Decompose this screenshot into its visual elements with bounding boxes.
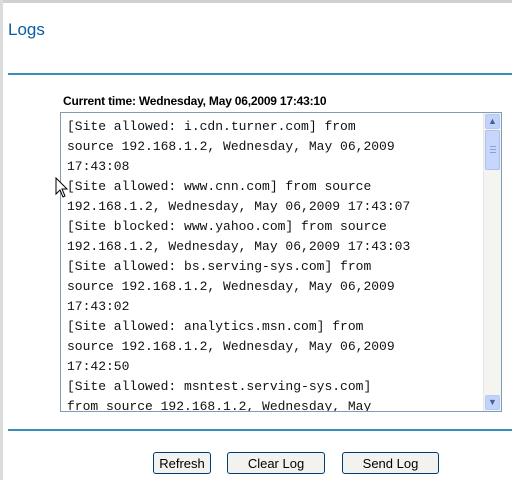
log-line: source 192.168.1.2, Wednesday, May 06,20… bbox=[67, 279, 395, 294]
mouse-pointer-icon bbox=[55, 177, 69, 198]
title-divider bbox=[8, 73, 512, 75]
log-line: source 192.168.1.2, Wednesday, May 06,20… bbox=[67, 339, 395, 354]
grip-line bbox=[490, 146, 496, 147]
log-line: 192.168.1.2, Wednesday, May 06,2009 17:4… bbox=[67, 199, 411, 214]
current-time-label: Current time: Wednesday, May 06,2009 17:… bbox=[63, 94, 327, 108]
grip-line bbox=[490, 149, 496, 150]
log-line: 17:43:08 bbox=[67, 159, 130, 174]
page-title: Logs bbox=[8, 20, 45, 39]
footer-divider bbox=[8, 429, 512, 431]
log-line: [Site allowed: analytics.msn.com] from bbox=[67, 319, 364, 334]
left-border bbox=[0, 0, 3, 480]
log-scrollbar[interactable]: ▲ ▼ bbox=[483, 113, 501, 411]
top-border bbox=[0, 0, 512, 3]
clear-log-button[interactable]: Clear Log bbox=[227, 452, 325, 474]
log-line: [Site allowed: i.cdn.turner.com] from bbox=[67, 119, 356, 134]
log-line: [Site blocked: www.yahoo.com] from sourc… bbox=[67, 219, 387, 234]
grip-line bbox=[490, 152, 496, 153]
scroll-down-button[interactable]: ▼ bbox=[485, 395, 500, 410]
scroll-up-button[interactable]: ▲ bbox=[485, 114, 500, 129]
chevron-down-icon: ▼ bbox=[488, 397, 497, 407]
log-text: [Site allowed: i.cdn.turner.com] from sou… bbox=[67, 117, 483, 411]
log-line: 192.168.1.2, Wednesday, May 06,2009 17:4… bbox=[67, 239, 411, 254]
send-log-button[interactable]: Send Log bbox=[342, 452, 439, 474]
log-line: from source 192.168.1.2, Wednesday, May bbox=[67, 399, 372, 411]
log-line: [Site allowed: www.cnn.com] from source bbox=[67, 179, 372, 194]
log-line: 17:43:02 bbox=[67, 299, 130, 314]
chevron-up-icon: ▲ bbox=[488, 116, 497, 126]
log-line: [Site allowed: bs.serving-sys.com] from bbox=[67, 259, 372, 274]
scroll-thumb[interactable] bbox=[485, 130, 500, 170]
log-line: source 192.168.1.2, Wednesday, May 06,20… bbox=[67, 139, 395, 154]
log-textarea[interactable]: [Site allowed: i.cdn.turner.com] from sou… bbox=[60, 112, 502, 412]
refresh-button[interactable]: Refresh bbox=[153, 452, 211, 474]
log-line: 17:42:50 bbox=[67, 359, 130, 374]
log-line: [Site allowed: msntest.serving-sys.com] bbox=[67, 379, 372, 394]
